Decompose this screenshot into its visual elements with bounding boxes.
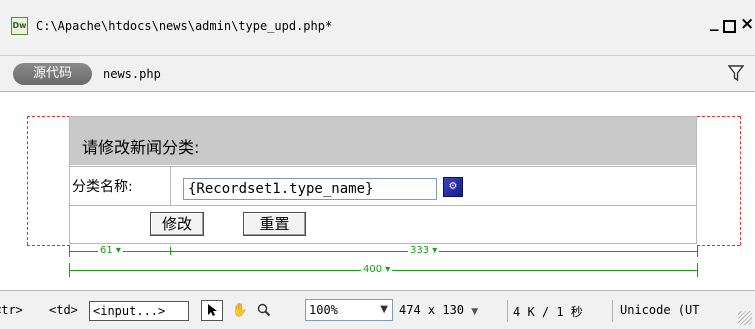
status-separator [507, 300, 508, 322]
minimize-button[interactable]: _ [710, 12, 719, 32]
type-name-input[interactable]: {Recordset1.type_name} [183, 178, 437, 200]
table-header-row[interactable]: 请修改新闻分类: [70, 117, 696, 165]
table-width-label[interactable]: 400 ▾ [361, 264, 393, 276]
zoom-select[interactable]: 100% ▼ [305, 299, 393, 321]
submit-button[interactable]: 修改 [150, 212, 204, 236]
reset-button[interactable]: 重置 [243, 212, 306, 236]
status-separator [612, 300, 613, 322]
filter-icon[interactable] [728, 64, 744, 82]
form-heading: 请修改新闻分类: [82, 138, 200, 157]
chevron-down-icon: ▼ [471, 307, 479, 317]
design-view-canvas[interactable]: 请修改新闻分类: 分类名称: {Recordset1.type_name} ⚙ … [0, 93, 755, 290]
chevron-down-icon: ▼ [380, 304, 388, 315]
zoom-tool-icon[interactable] [253, 300, 275, 321]
dynamic-data-icon[interactable]: ⚙ [443, 177, 463, 197]
form-boundary-top-right [697, 116, 740, 117]
pointer-tool-icon[interactable] [201, 300, 223, 321]
source-code-button[interactable]: 源代码 [13, 63, 92, 85]
related-files-bar: 源代码 news.php [0, 56, 755, 92]
tag-selector-input[interactable]: <input...> [89, 301, 189, 321]
download-size-time: 4 K / 1 秒 [513, 305, 583, 319]
form-boundary-top-left [27, 116, 70, 117]
col2-width-label[interactable]: 333 ▾ [408, 245, 440, 257]
ruler-tick-right [697, 245, 698, 257]
form-boundary-bottom-left [27, 245, 70, 246]
tag-selector-tr[interactable]: <tr> [0, 301, 23, 321]
resize-grip[interactable] [738, 311, 752, 325]
related-file-news-php[interactable]: news.php [103, 67, 161, 81]
field-label: 分类名称: [72, 179, 133, 195]
form-table[interactable]: 请修改新闻分类: 分类名称: {Recordset1.type_name} ⚙ … [69, 116, 697, 244]
form-boundary-right [740, 116, 741, 245]
label-cell[interactable]: 分类名称: [70, 167, 171, 205]
close-button[interactable]: × [740, 14, 754, 34]
document-path: C:\Apache\htdocs\news\admin\type_upd.php… [36, 19, 333, 33]
encoding-label: Unicode (UT [620, 303, 700, 317]
form-boundary-bottom-right [697, 245, 740, 246]
col1-width-label[interactable]: 61 ▾ [98, 245, 123, 257]
ruler-table-tick-right [697, 263, 698, 277]
status-bar: <tr> <td> <input...> ✋ 100% ▼ 474 x 130 … [0, 290, 755, 329]
dreamweaver-document-icon: Dw [11, 17, 28, 35]
window-size-select[interactable]: 474 x 130 ▼ [399, 303, 478, 317]
tag-selector-td[interactable]: <td> [49, 301, 78, 321]
form-boundary-left [27, 116, 28, 245]
table-row-type-name[interactable]: 分类名称: {Recordset1.type_name} ⚙ [70, 166, 696, 205]
hand-tool-icon[interactable]: ✋ [229, 300, 251, 321]
maximize-button[interactable] [723, 20, 736, 33]
table-row-buttons[interactable]: 修改 重置 [70, 205, 696, 243]
document-title-bar: Dw C:\Apache\htdocs\news\admin\type_upd.… [0, 0, 755, 56]
